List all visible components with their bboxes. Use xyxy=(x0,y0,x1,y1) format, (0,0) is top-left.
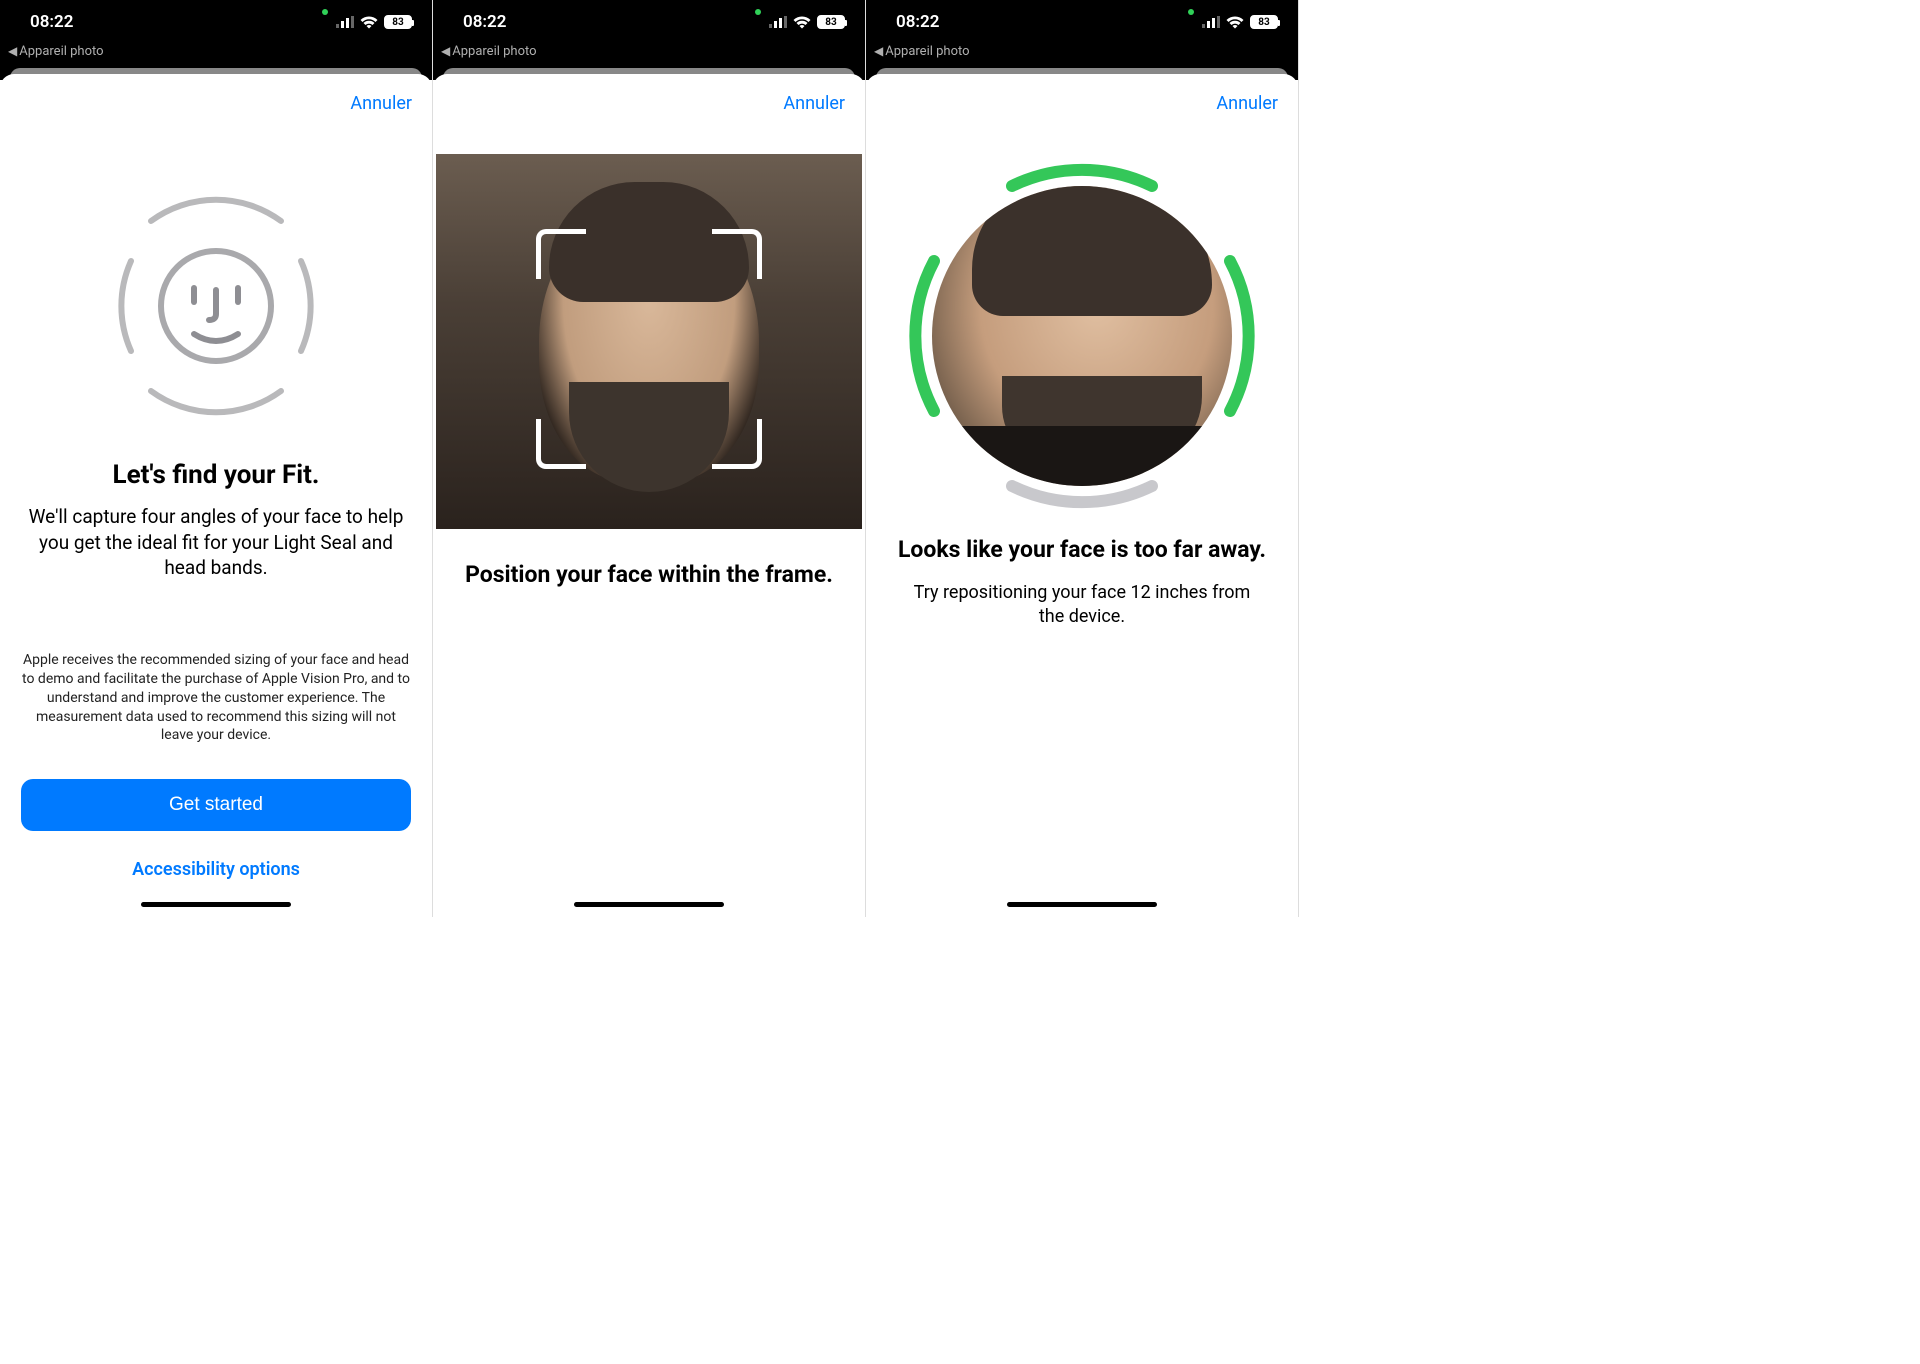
home-indicator[interactable] xyxy=(141,902,291,907)
face-id-icon xyxy=(96,186,336,430)
home-indicator[interactable] xyxy=(1007,902,1157,907)
phone-screen-1: 08:22 83 ◀ Appareil photo Annuler xyxy=(0,0,433,917)
face-placeholder-image xyxy=(539,202,759,482)
wifi-icon xyxy=(1226,16,1244,29)
battery-icon: 83 xyxy=(384,15,412,29)
home-indicator[interactable] xyxy=(574,902,724,907)
battery-icon: 83 xyxy=(817,15,845,29)
cellular-signal-icon xyxy=(1202,16,1220,28)
camera-active-dot-icon xyxy=(322,9,328,15)
phone-screen-2: 08:22 83 ◀ Appareil photo Annuler xyxy=(433,0,866,917)
page-subtitle: We'll capture four angles of your face t… xyxy=(18,504,414,581)
phone-screen-3: 08:22 83 ◀ Appareil photo Annuler xyxy=(866,0,1299,917)
chevron-left-icon: ◀ xyxy=(441,44,450,58)
cellular-signal-icon xyxy=(769,16,787,28)
battery-icon: 83 xyxy=(1250,15,1278,29)
sheet-grabber xyxy=(433,66,865,80)
wifi-icon xyxy=(793,16,811,29)
wifi-icon xyxy=(360,16,378,29)
instruction-title: Looks like your face is too far away. xyxy=(898,536,1266,563)
cancel-button[interactable]: Annuler xyxy=(350,93,412,114)
accessibility-options-link[interactable]: Accessibility options xyxy=(132,859,300,880)
sheet-grabber xyxy=(0,66,432,80)
status-time: 08:22 xyxy=(463,12,506,32)
instruction-title: Position your face within the frame. xyxy=(465,561,833,588)
face-scan-progress xyxy=(912,166,1252,506)
cellular-signal-icon xyxy=(336,16,354,28)
cancel-button[interactable]: Annuler xyxy=(1216,93,1278,114)
camera-preview xyxy=(436,154,862,529)
back-to-app-breadcrumb[interactable]: ◀ Appareil photo xyxy=(0,44,432,66)
camera-active-dot-icon xyxy=(1188,9,1194,15)
status-time: 08:22 xyxy=(30,12,73,32)
cancel-button[interactable]: Annuler xyxy=(783,93,845,114)
breadcrumb-label: Appareil photo xyxy=(19,44,103,59)
sheet-grabber xyxy=(866,66,1298,80)
camera-active-dot-icon xyxy=(755,9,761,15)
status-time: 08:22 xyxy=(896,12,939,32)
privacy-disclaimer: Apple receives the recommended sizing of… xyxy=(21,651,411,745)
chevron-left-icon: ◀ xyxy=(874,44,883,58)
instruction-subtitle: Try repositioning your face 12 inches fr… xyxy=(902,581,1262,630)
status-bar: 08:22 83 xyxy=(433,0,865,44)
camera-preview-circle xyxy=(932,186,1232,486)
get-started-button[interactable]: Get started xyxy=(21,779,411,831)
breadcrumb-label: Appareil photo xyxy=(885,44,969,59)
chevron-left-icon: ◀ xyxy=(8,44,17,58)
status-bar: 08:22 83 xyxy=(0,0,432,44)
back-to-app-breadcrumb[interactable]: ◀ Appareil photo xyxy=(866,44,1298,66)
page-title: Let's find your Fit. xyxy=(113,460,320,490)
back-to-app-breadcrumb[interactable]: ◀ Appareil photo xyxy=(433,44,865,66)
status-bar: 08:22 83 xyxy=(866,0,1298,44)
breadcrumb-label: Appareil photo xyxy=(452,44,536,59)
